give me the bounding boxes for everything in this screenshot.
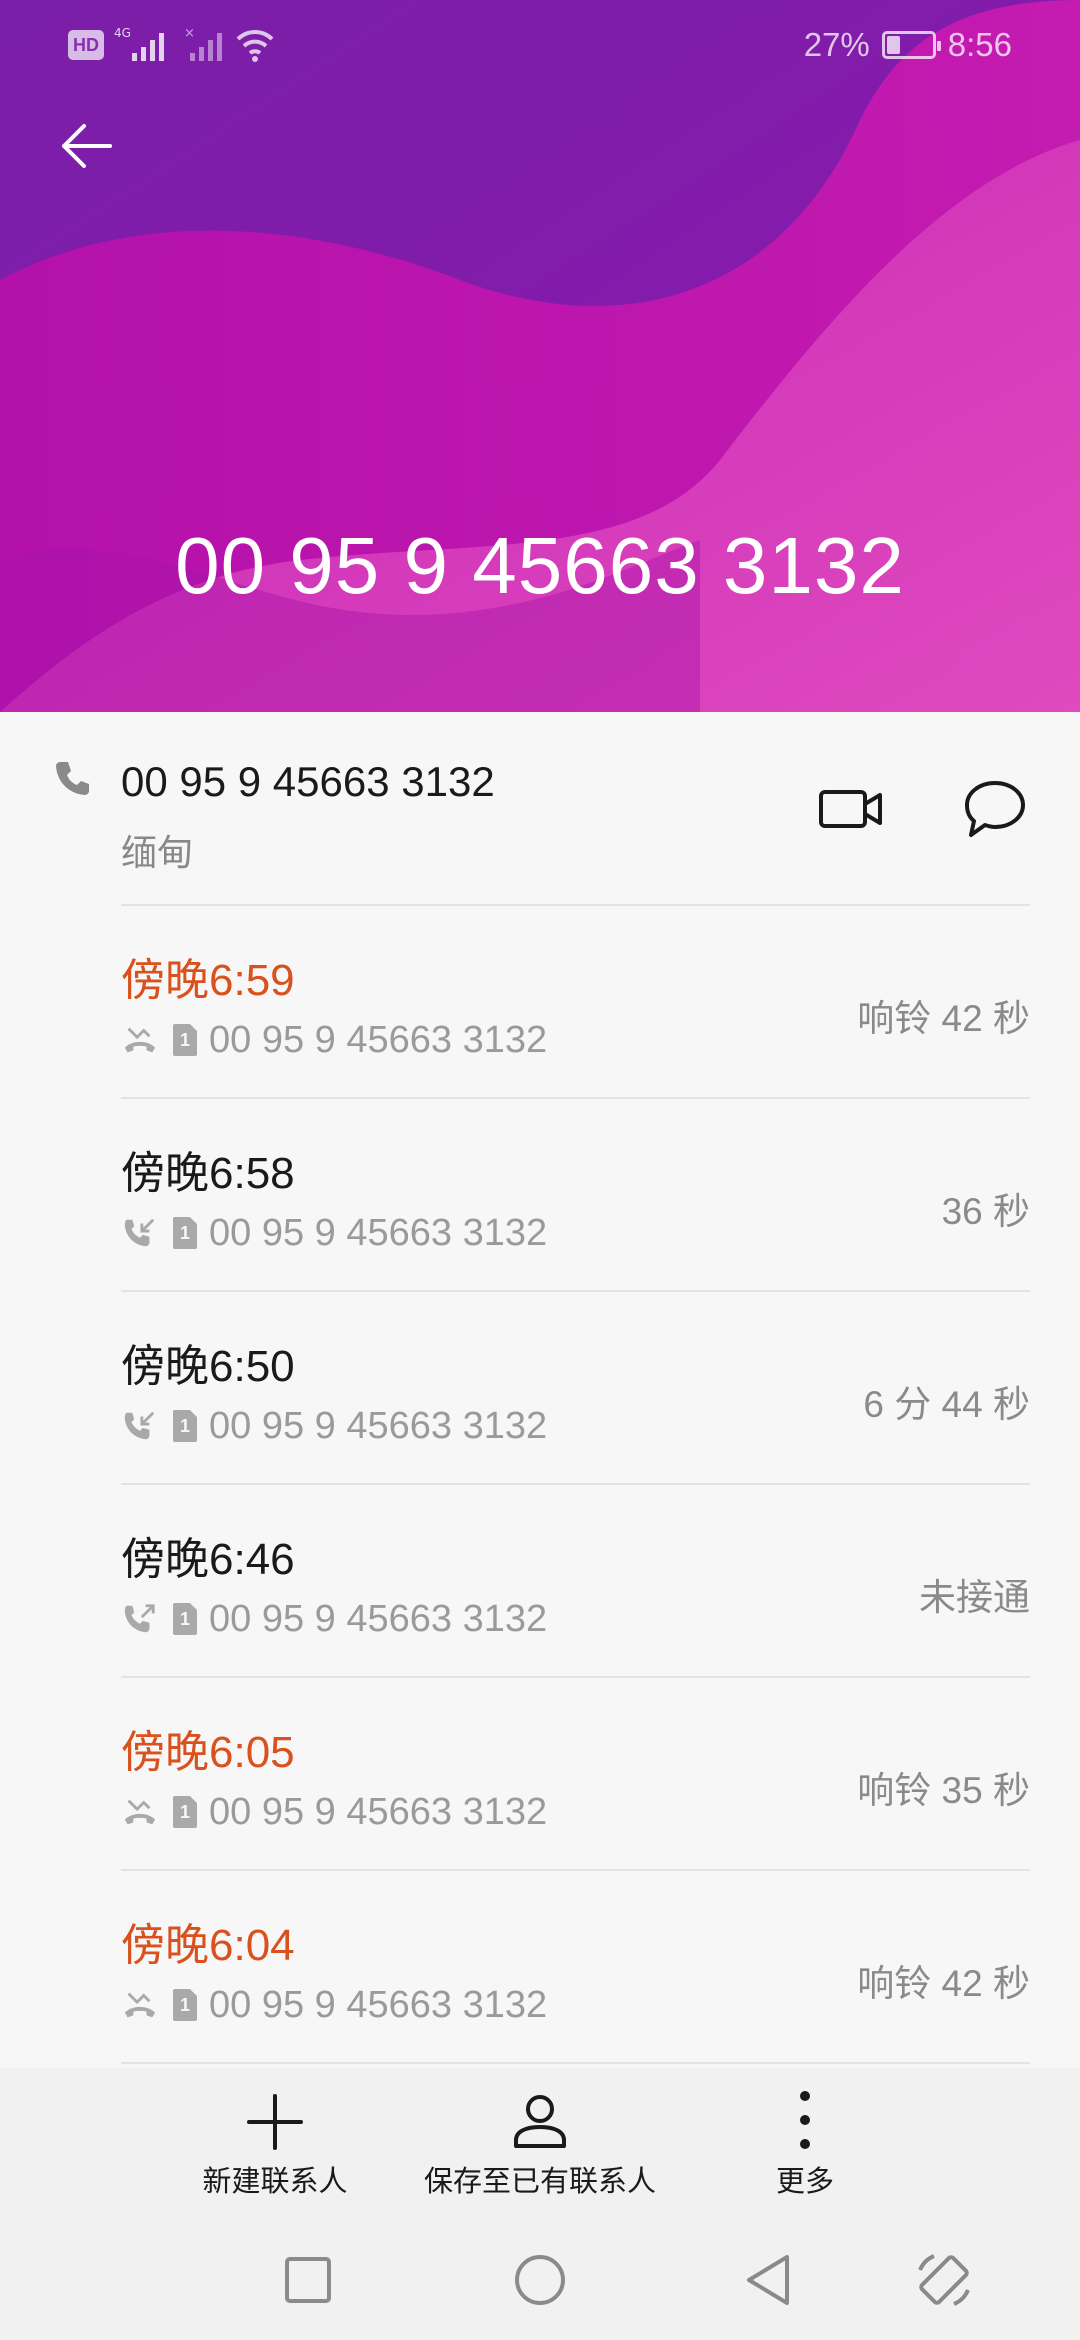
call-duration: 响铃 42 秒: [857, 998, 1030, 1039]
back-button[interactable]: [44, 104, 128, 188]
call-time: 傍晚6:58: [121, 1149, 295, 1198]
sim-card-icon: 1: [173, 1410, 197, 1442]
bottom-action-bar: 新建联系人 保存至已有联系人 更多: [0, 2068, 1080, 2220]
call-detail: 1 00 95 9 45663 3132: [121, 1018, 547, 1062]
battery-percent: 27%: [803, 26, 870, 63]
new-contact-button[interactable]: 新建联系人: [180, 2068, 370, 2220]
signal-4g-icon: 4G: [114, 26, 164, 61]
phone-icon: [56, 762, 89, 795]
outgoing-call-icon: [124, 1604, 155, 1633]
call-detail: 1 00 95 9 45663 3132: [121, 1211, 547, 1255]
contact-location: 缅甸: [121, 832, 194, 873]
call-number: 00 95 9 45663 3132: [209, 1211, 548, 1254]
save-to-existing-contact-button[interactable]: 保存至已有联系人: [410, 2068, 670, 2220]
rotate-screen-button[interactable]: [902, 2238, 986, 2322]
missed-call-icon: [124, 1992, 156, 2018]
header-phone-number: 00 95 9 45663 3132: [175, 521, 905, 610]
contact-number-row[interactable]: 00 95 9 45663 3132 缅甸: [0, 712, 1080, 906]
call-time: 傍晚6:50: [121, 1342, 295, 1391]
call-time: 傍晚6:04: [121, 1921, 295, 1970]
square-icon: [285, 2257, 331, 2303]
call-number: 00 95 9 45663 3132: [209, 1597, 548, 1640]
video-call-button[interactable]: [806, 764, 896, 854]
missed-call-icon: [124, 1027, 156, 1053]
rotate-icon: [918, 2254, 970, 2306]
call-detail: 1 00 95 9 45663 3132: [121, 1983, 547, 2027]
sim-card-icon: 1: [173, 1217, 197, 1249]
home-button[interactable]: [498, 2238, 582, 2322]
sim-card-icon: 1: [173, 1796, 197, 1828]
call-number: 00 95 9 45663 3132: [209, 1983, 548, 2026]
call-time: 傍晚6:59: [121, 956, 295, 1005]
wifi-icon: [236, 29, 274, 62]
sim-card-icon: 1: [173, 1603, 197, 1635]
call-number: 00 95 9 45663 3132: [209, 1404, 548, 1447]
chat-bubble-icon: [965, 781, 1025, 837]
circle-icon: [515, 2255, 565, 2305]
call-number: 00 95 9 45663 3132: [209, 1018, 548, 1061]
contact-header: HD 4G × 27% 8:56 00 95 9 45663 3132: [0, 0, 1080, 712]
back-nav-button[interactable]: [726, 2238, 810, 2322]
recent-apps-button[interactable]: [266, 2238, 350, 2322]
call-detail: 1 00 95 9 45663 3132: [121, 1404, 547, 1448]
battery-icon: [881, 31, 941, 59]
arrow-left-icon: [62, 124, 112, 168]
contact-number: 00 95 9 45663 3132: [121, 758, 495, 805]
status-time: 8:56: [947, 26, 1012, 63]
svg-text:×: ×: [184, 26, 195, 41]
system-navigation-bar: [0, 2220, 1080, 2340]
call-number: 00 95 9 45663 3132: [209, 1790, 548, 1833]
signal-no-service-icon: ×: [184, 26, 222, 61]
call-duration: 6 分 44 秒: [863, 1384, 1030, 1425]
call-log-item[interactable]: 傍晚6:04 1 00 95 9 45663 3132 响铃 42 秒: [0, 1871, 1080, 2064]
triangle-back-icon: [747, 2255, 789, 2305]
call-duration: 36 秒: [941, 1191, 1030, 1232]
more-button[interactable]: 更多: [740, 2068, 870, 2220]
divider: [121, 2062, 1030, 2064]
call-duration: 响铃 35 秒: [857, 1770, 1030, 1811]
incoming-call-icon: [124, 1411, 155, 1440]
incoming-call-icon: [124, 1218, 155, 1247]
call-log-item[interactable]: 傍晚6:58 1 00 95 9 45663 3132 36 秒: [0, 1099, 1080, 1292]
call-duration: 响铃 42 秒: [857, 1963, 1030, 2004]
call-time: 傍晚6:05: [121, 1728, 295, 1777]
svg-text:4G: 4G: [114, 26, 131, 40]
call-detail: 1 00 95 9 45663 3132: [121, 1790, 547, 1834]
call-detail: 1 00 95 9 45663 3132: [121, 1597, 547, 1641]
plus-icon: [247, 2094, 303, 2150]
call-duration: 未接通: [919, 1577, 1030, 1618]
call-log-item[interactable]: 傍晚6:59 1 00 95 9 45663 3132 响铃 42 秒: [0, 906, 1080, 1099]
video-camera-icon: [819, 790, 882, 828]
more-vertical-icon: [800, 2091, 810, 2149]
sim-card-icon: 1: [173, 1024, 197, 1056]
save-to-existing-label: 保存至已有联系人: [423, 2166, 656, 2198]
call-time: 傍晚6:46: [121, 1535, 295, 1584]
person-icon: [514, 2095, 566, 2148]
call-log-item[interactable]: 傍晚6:50 1 00 95 9 45663 3132 6 分 44 秒: [0, 1292, 1080, 1485]
more-label: 更多: [775, 2166, 834, 2198]
call-log-item[interactable]: 傍晚6:46 1 00 95 9 45663 3132 未接通: [0, 1485, 1080, 1678]
message-button[interactable]: [950, 764, 1040, 854]
call-log-item[interactable]: 傍晚6:05 1 00 95 9 45663 3132 响铃 35 秒: [0, 1678, 1080, 1871]
missed-call-icon: [124, 1799, 156, 1825]
hd-voice-icon: HD: [68, 30, 104, 60]
call-log-list: 傍晚6:59 1 00 95 9 45663 3132 响铃 42 秒傍晚6:58 1 0…: [0, 906, 1080, 2064]
new-contact-label: 新建联系人: [202, 2166, 348, 2198]
sim-card-icon: 1: [173, 1989, 197, 2021]
status-bar: HD 4G × 27% 8:56: [0, 0, 1080, 90]
